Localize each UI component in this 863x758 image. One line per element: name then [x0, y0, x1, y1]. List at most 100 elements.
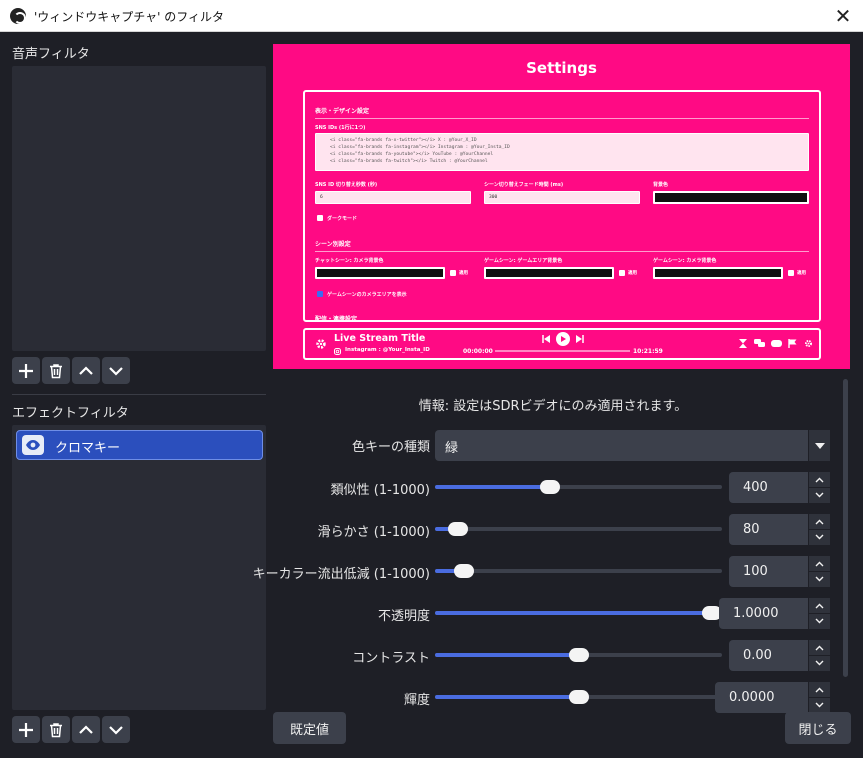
similarity-slider[interactable] [435, 480, 722, 494]
preview-fade-field: 300 [484, 191, 640, 204]
step-down-button[interactable] [809, 655, 830, 670]
gear-icon [316, 339, 326, 349]
instagram-icon [334, 348, 341, 355]
effect-filter-item[interactable]: クロマキー [16, 430, 263, 460]
preview-fade-label: シーン切り替えフェード時間 (ms) [484, 182, 564, 188]
step-down-button[interactable] [809, 571, 830, 586]
step-down-button[interactable] [809, 697, 830, 712]
similarity-spinbox[interactable]: 400 [729, 472, 830, 503]
move-effect-filter-up-button[interactable] [72, 716, 100, 743]
preview-social-id: Instagram : @Your_Insta_ID [345, 347, 430, 353]
spill-reduction-spinbox[interactable]: 100 [729, 556, 830, 587]
step-down-button[interactable] [809, 613, 830, 628]
defaults-button[interactable]: 既定値 [273, 712, 346, 744]
effect-filters-list[interactable] [12, 425, 266, 710]
preview-chat-scene-label: チャットシーン: カメラ背景色 [315, 258, 384, 264]
close-button[interactable]: 閉じる [785, 712, 851, 744]
preview-apply-label: 適用 [797, 271, 806, 276]
chevron-down-icon [815, 660, 824, 666]
move-effect-filter-down-button[interactable] [102, 716, 130, 743]
chevron-down-icon [815, 576, 824, 582]
preview-sns-interval-label: SNS ID 切り替え秒数 (秒) [315, 182, 378, 188]
move-audio-filter-up-button[interactable] [72, 357, 100, 384]
preview-sns-textarea: <i class="fa-brands fa-x-twitter"></i> X… [315, 133, 809, 171]
step-up-button[interactable] [809, 472, 830, 487]
preview-section2-title: シーン別設定 [315, 241, 351, 248]
key-color-type-value: 緑 [445, 441, 459, 456]
contrast-slider[interactable] [435, 648, 722, 662]
previous-icon [542, 335, 550, 343]
opacity-label: 不透明度 [377, 609, 430, 624]
preview-settings-title: Settings [526, 59, 597, 77]
similarity-slider-fill [435, 485, 550, 489]
preview-apply-label: 適用 [459, 271, 468, 276]
close-window-button[interactable]: ✕ [831, 4, 855, 28]
preview-apply-checkbox [450, 270, 456, 276]
trash-icon [50, 722, 62, 737]
preview-game-scene-color [484, 267, 614, 279]
chevron-up-icon [815, 561, 824, 566]
opacity-spinbox[interactable]: 1.0000 [719, 598, 830, 629]
preview-apply-checkbox [619, 270, 625, 276]
chevron-up-icon [815, 687, 824, 692]
preview-code-line: <i class="fa-brands fa-twitch"></i> Twit… [330, 159, 488, 164]
similarity-stepper[interactable] [808, 472, 830, 503]
preview-show-camera-checkbox [317, 291, 323, 297]
remove-effect-filter-button[interactable] [42, 716, 70, 743]
chevron-up-icon [815, 603, 824, 608]
gamepad-icon [771, 340, 782, 347]
effect-filters-label: エフェクトフィルタ [12, 406, 129, 421]
step-down-button[interactable] [809, 529, 830, 544]
preview-game-camera-color [653, 267, 783, 279]
spill-reduction-slider-handle[interactable] [453, 564, 474, 578]
preview-show-camera-label: ゲームシーンのカメラエリアを表示 [327, 292, 407, 298]
similarity-slider-handle[interactable] [539, 480, 560, 494]
filters-divider [12, 394, 266, 395]
brightness-spinbox[interactable]: 0.0000 [715, 682, 830, 713]
preview-sns-interval-field: 6 [315, 191, 471, 204]
properties-scrollbar[interactable] [843, 379, 848, 677]
contrast-spinbox[interactable]: 0.00 [729, 640, 830, 671]
preview-dark-mode-checkbox [317, 215, 323, 221]
preview-fade-value: 300 [489, 195, 498, 200]
spill-reduction-stepper[interactable] [808, 556, 830, 587]
contrast-slider-fill [435, 653, 579, 657]
opacity-stepper[interactable] [808, 598, 830, 629]
dropdown-arrow[interactable] [808, 430, 830, 461]
move-audio-filter-down-button[interactable] [102, 357, 130, 384]
step-up-button[interactable] [809, 598, 830, 613]
step-down-button[interactable] [809, 487, 830, 502]
play-icon [556, 332, 570, 346]
window-title: 'ウィンドウキャプチャ' のフィルタ [34, 10, 225, 24]
step-up-button[interactable] [809, 640, 830, 655]
smoothness-slider[interactable] [435, 522, 722, 536]
remove-audio-filter-button[interactable] [42, 357, 70, 384]
gear-icon [804, 339, 813, 348]
smoothness-slider-handle[interactable] [447, 522, 468, 536]
preview-code-line: <i class="fa-brands fa-youtube"></i> You… [330, 152, 494, 157]
contrast-stepper[interactable] [808, 640, 830, 671]
opacity-value: 1.0000 [733, 606, 779, 621]
audio-filters-list[interactable] [12, 66, 266, 351]
preview-apply-checkbox [788, 270, 794, 276]
step-up-button[interactable] [809, 514, 830, 529]
step-up-button[interactable] [809, 682, 830, 697]
smoothness-spinbox[interactable]: 80 [729, 514, 830, 545]
visibility-toggle[interactable] [22, 435, 44, 455]
step-up-button[interactable] [809, 556, 830, 571]
smoothness-stepper[interactable] [808, 514, 830, 545]
spill-reduction-slider[interactable] [435, 564, 722, 578]
filter-preview: Settings 表示・デザイン設定 SNS IDs (1行に1つ) <i cl… [273, 44, 850, 369]
chevron-down-icon [815, 534, 824, 540]
contrast-slider-handle[interactable] [568, 648, 589, 662]
contrast-label: コントラスト [352, 651, 430, 666]
preview-time-total: 10:21:59 [633, 348, 663, 355]
brightness-stepper[interactable] [808, 682, 830, 713]
opacity-slider[interactable] [435, 606, 722, 620]
preview-stream-title: Live Stream Title [334, 333, 426, 344]
add-effect-filter-button[interactable] [12, 716, 40, 743]
brightness-slider[interactable] [435, 690, 722, 704]
key-color-type-select[interactable]: 緑 [435, 430, 830, 461]
add-audio-filter-button[interactable] [12, 357, 40, 384]
brightness-slider-handle[interactable] [568, 690, 589, 704]
